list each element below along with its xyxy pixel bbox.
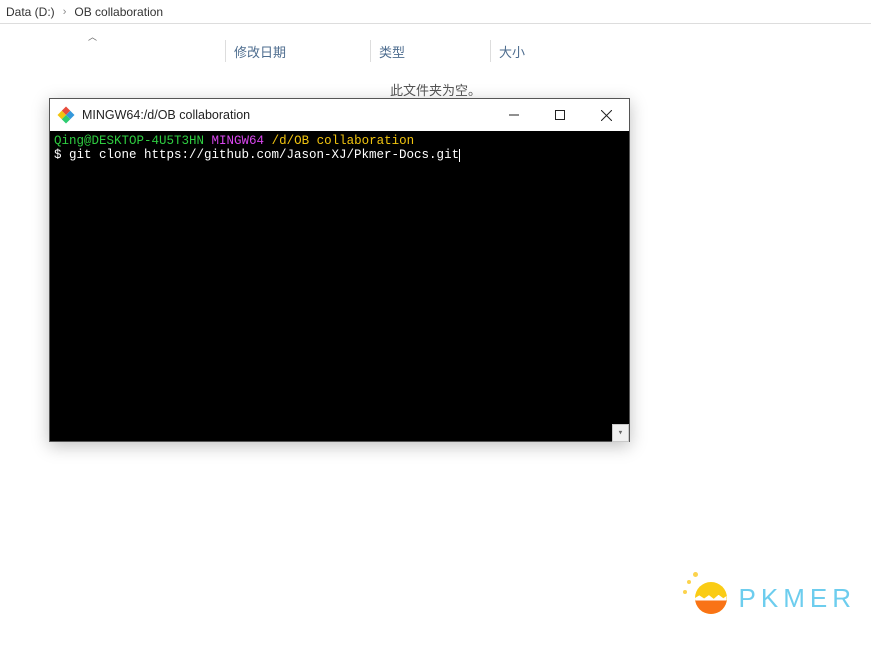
terminal-prompt: Qing@DESKTOP-4U5T3HN MINGW64 /d/OB colla… (54, 134, 625, 148)
scrollbar-down-button[interactable]: ▾ (612, 424, 629, 442)
sort-indicator-icon: ︿ (88, 30, 97, 43)
chevron-right-icon: › (63, 6, 67, 18)
watermark: PKMER (693, 580, 856, 616)
empty-folder-message: 此文件夹为空。 (0, 80, 871, 99)
column-date-modified[interactable]: 修改日期 (225, 40, 370, 62)
terminal-body[interactable]: Qing@DESKTOP-4U5T3HN MINGW64 /d/OB colla… (50, 131, 629, 441)
mingw-icon (58, 107, 74, 123)
terminal-titlebar[interactable]: MINGW64:/d/OB collaboration (50, 99, 629, 131)
breadcrumb-folder[interactable]: OB collaboration (74, 5, 163, 19)
prompt-path: /d/OB collaboration (272, 134, 415, 148)
terminal-window: MINGW64:/d/OB collaboration Qing@DESKTOP… (49, 98, 630, 442)
close-button[interactable] (583, 99, 629, 131)
prompt-user-host: Qing@DESKTOP-4U5T3HN (54, 134, 204, 148)
terminal-command-line: $ git clone https://github.com/Jason-XJ/… (54, 148, 625, 162)
minimize-button[interactable] (491, 99, 537, 131)
prompt-shell: MINGW64 (212, 134, 265, 148)
pkmer-logo-icon (693, 580, 729, 616)
cursor-icon (459, 149, 460, 162)
column-headers: 修改日期 类型 大小 (0, 36, 871, 66)
maximize-button[interactable] (537, 99, 583, 131)
column-type[interactable]: 类型 (370, 40, 490, 62)
breadcrumb-root[interactable]: Data (D:) (6, 5, 55, 19)
column-size[interactable]: 大小 (490, 40, 590, 62)
command-text: $ git clone https://github.com/Jason-XJ/… (54, 148, 459, 162)
breadcrumb[interactable]: Data (D:) › OB collaboration (0, 0, 871, 24)
watermark-text: PKMER (739, 583, 856, 614)
terminal-title: MINGW64:/d/OB collaboration (82, 108, 491, 122)
